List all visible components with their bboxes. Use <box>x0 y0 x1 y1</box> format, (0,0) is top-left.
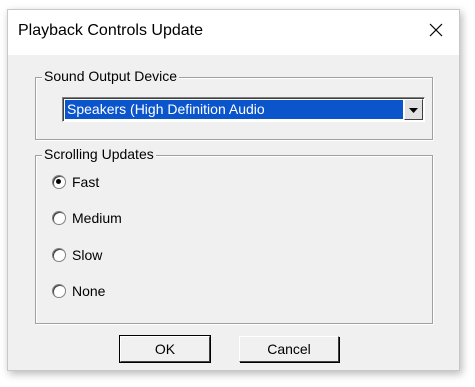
ok-button[interactable]: OK <box>119 335 211 363</box>
window-title: Playback Controls Update <box>18 22 203 39</box>
radio-option-fast[interactable]: Fast <box>52 172 99 192</box>
close-button[interactable] <box>413 10 459 55</box>
radio-slow-label[interactable]: Slow <box>72 247 102 263</box>
sound-device-dropdown[interactable]: Speakers (High Definition Audio <box>62 97 425 122</box>
radio-option-slow[interactable]: Slow <box>52 245 102 265</box>
sound-output-group-label: Sound Output Device <box>42 68 180 84</box>
sound-device-selected-value[interactable]: Speakers (High Definition Audio <box>65 100 403 119</box>
sound-output-groupbox: Sound Output Device Speakers (High Defin… <box>35 68 433 140</box>
radio-none[interactable] <box>52 284 66 298</box>
radio-fast[interactable] <box>52 175 66 189</box>
radio-option-none[interactable]: None <box>52 281 105 301</box>
title-bar[interactable]: Playback Controls Update <box>8 10 459 55</box>
close-icon <box>428 22 444 43</box>
radio-medium-label[interactable]: Medium <box>72 210 122 226</box>
chevron-down-icon <box>409 101 418 119</box>
radio-fast-label[interactable]: Fast <box>72 174 99 190</box>
dropdown-button[interactable] <box>404 99 423 120</box>
radio-medium[interactable] <box>52 211 66 225</box>
scrolling-updates-group-label: Scrolling Updates <box>42 146 156 162</box>
cancel-button[interactable]: Cancel <box>239 336 339 362</box>
radio-none-label[interactable]: None <box>72 283 105 299</box>
radio-slow[interactable] <box>52 248 66 262</box>
dialog-window: Playback Controls Update Sound Output De… <box>7 9 460 371</box>
radio-option-medium[interactable]: Medium <box>52 208 122 228</box>
